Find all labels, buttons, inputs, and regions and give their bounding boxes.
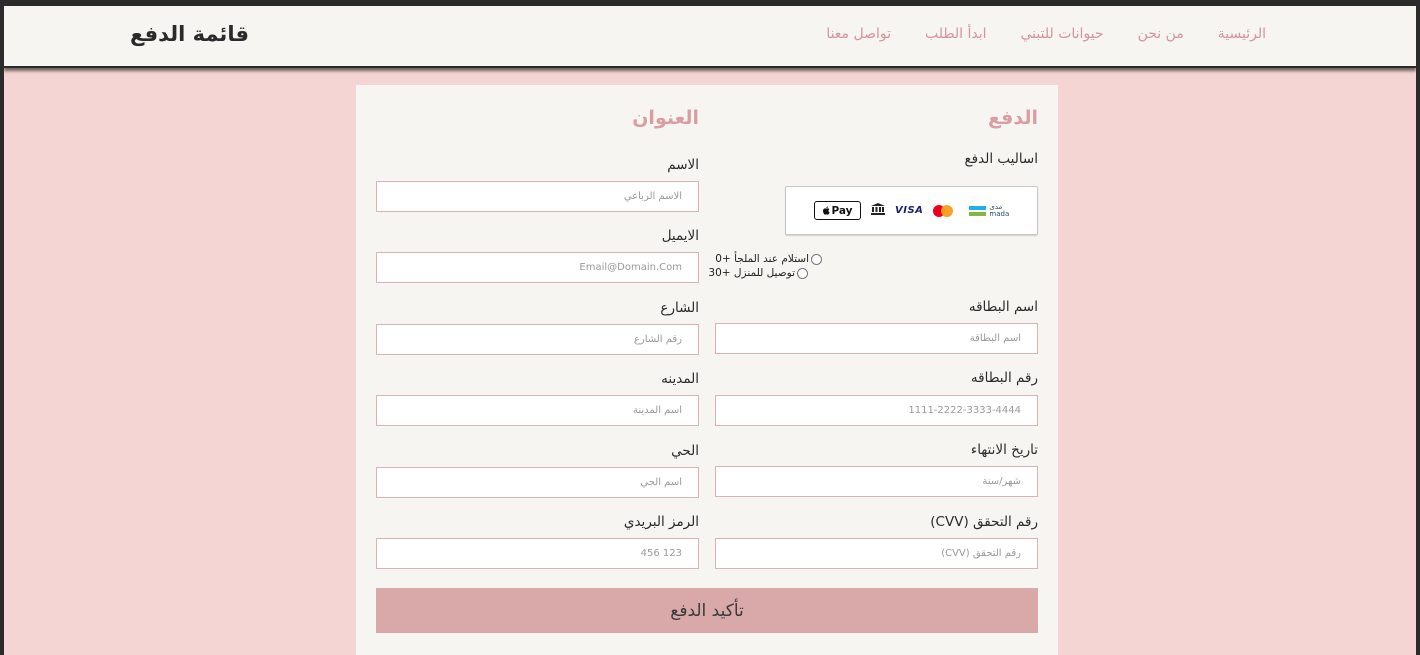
- mastercard-icon: [933, 204, 954, 217]
- payment-methods-label: اساليب الدفع: [964, 151, 1039, 167]
- district-input[interactable]: [376, 467, 699, 498]
- street-label: الشارع: [660, 300, 699, 316]
- confirm-payment-button[interactable]: تأكيد الدفع: [376, 588, 1038, 633]
- bank-icon: [871, 203, 885, 218]
- payment-methods-icons: Pay VISA مدى mada: [814, 201, 1009, 220]
- name-label: الاسم: [667, 157, 699, 173]
- city-label: المدينه: [661, 371, 699, 387]
- card-number-input[interactable]: [715, 395, 1038, 426]
- expiry-label: تاريخ الانتهاء: [970, 442, 1038, 458]
- payment-methods-box: Pay VISA مدى mada: [785, 186, 1038, 235]
- nav-link-home[interactable]: الرئيسية: [1218, 26, 1266, 42]
- nav-link-adopt[interactable]: حيوانات للتبني: [1021, 26, 1104, 42]
- cvv-input[interactable]: [715, 538, 1038, 569]
- card-name-input[interactable]: [715, 323, 1038, 354]
- email-field[interactable]: [376, 252, 699, 283]
- page-viewport: الرئيسية من نحن حيوانات للتبني ابدأ الطل…: [4, 6, 1416, 655]
- page-title: قائمة الدفع: [130, 22, 249, 46]
- apple-pay-icon: Pay: [814, 201, 861, 220]
- payment-title: الدفع: [987, 107, 1038, 129]
- email-label: الايميل: [661, 228, 699, 244]
- full-name-input[interactable]: [376, 181, 699, 212]
- visa-icon: VISA: [895, 205, 924, 216]
- nav-links: الرئيسية من نحن حيوانات للتبني ابدأ الطل…: [826, 26, 1266, 42]
- delivery-option-pickup[interactable]: استلام عند الملجأ +0: [715, 253, 822, 265]
- navbar: الرئيسية من نحن حيوانات للتبني ابدأ الطل…: [4, 6, 1416, 68]
- district-label: الحي: [671, 443, 699, 459]
- mada-icon: مدى mada: [969, 203, 1009, 218]
- pickup-radio[interactable]: [811, 253, 822, 265]
- nav-link-start-order[interactable]: ابدأ الطلب: [925, 26, 987, 42]
- checkout-card: الدفع اساليب الدفع Pay VISA مدى mada است…: [356, 85, 1058, 655]
- city-input[interactable]: [376, 395, 699, 426]
- address-title: العنوان: [632, 107, 699, 129]
- card-name-label: اسم البطاقه: [968, 299, 1038, 315]
- zip-label: الرمز البريدي: [623, 514, 699, 530]
- home-delivery-radio[interactable]: [797, 267, 808, 279]
- street-input[interactable]: [376, 324, 699, 355]
- card-number-label: رقم البطاقه: [970, 370, 1038, 386]
- expiry-input[interactable]: [715, 466, 1038, 497]
- delivery-option-home[interactable]: توصيل للمنزل +30: [708, 267, 808, 279]
- nav-link-contact[interactable]: تواصل معنا: [826, 26, 891, 42]
- nav-link-about[interactable]: من نحن: [1138, 26, 1184, 42]
- zip-input[interactable]: [376, 538, 699, 569]
- cvv-label: رقم التحقق (CVV): [930, 514, 1038, 530]
